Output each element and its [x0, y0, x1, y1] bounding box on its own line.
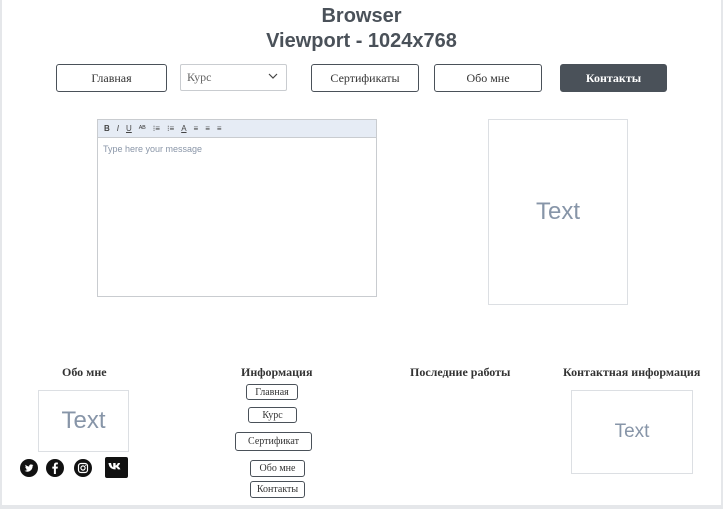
- italic-button[interactable]: I: [117, 124, 119, 133]
- bold-button[interactable]: B: [104, 124, 110, 133]
- course-select[interactable]: Курс: [180, 64, 287, 91]
- align-right-button[interactable]: ≡: [217, 124, 222, 133]
- nav-certificates-button[interactable]: Сертификаты: [311, 64, 419, 92]
- footer-link-course[interactable]: Курс: [248, 407, 297, 423]
- superscript-button[interactable]: ᴬᴮ: [139, 124, 146, 133]
- align-left-button[interactable]: ≡: [194, 124, 199, 133]
- chevron-down-icon: [268, 73, 278, 79]
- footer-about-heading: Обо мне: [62, 365, 107, 379]
- course-select-value: Курс: [187, 70, 212, 84]
- footer-link-about[interactable]: Обо мне: [250, 460, 305, 477]
- footer-info-heading: Информация: [241, 365, 313, 379]
- twitter-icon[interactable]: [20, 459, 38, 477]
- footer-link-certificate[interactable]: Сертификат: [235, 432, 312, 451]
- text-color-button[interactable]: A: [181, 124, 186, 133]
- ordered-list-button[interactable]: ⁝≡: [153, 124, 160, 133]
- nav-contacts-button[interactable]: Контакты: [560, 64, 667, 92]
- frame-left-edge: [0, 0, 2, 509]
- main-text-box: Text: [488, 119, 628, 305]
- bullet-list-button[interactable]: ⁝≡: [167, 124, 174, 133]
- vk-icon[interactable]: [105, 457, 128, 478]
- footer-about-text-box: Text: [38, 390, 129, 452]
- footer-link-contacts[interactable]: Контакты: [250, 481, 305, 498]
- footer-link-home[interactable]: Главная: [246, 384, 298, 400]
- underline-button[interactable]: U: [126, 124, 132, 133]
- page-title: Browser: [321, 5, 402, 27]
- facebook-icon[interactable]: [46, 459, 64, 477]
- page-subtitle: Viewport - 1024x768: [266, 30, 457, 52]
- editor-toolbar: B I U ᴬᴮ ⁝≡ ⁝≡ A ≡ ≡ ≡: [98, 120, 376, 138]
- editor-placeholder: Type here your message: [103, 144, 203, 154]
- nav-home-button[interactable]: Главная: [56, 64, 167, 92]
- nav-about-button[interactable]: Обо мне: [434, 64, 542, 92]
- instagram-icon[interactable]: [74, 459, 92, 477]
- footer-contact-heading: Контактная информация: [563, 365, 701, 379]
- frame-bottom-edge: [0, 505, 723, 509]
- footer-recent-heading: Последние работы: [410, 365, 511, 379]
- message-editor[interactable]: B I U ᴬᴮ ⁝≡ ⁝≡ A ≡ ≡ ≡ Type here your me…: [97, 119, 377, 297]
- footer-contact-text-box: Text: [571, 390, 693, 474]
- align-center-button[interactable]: ≡: [205, 124, 210, 133]
